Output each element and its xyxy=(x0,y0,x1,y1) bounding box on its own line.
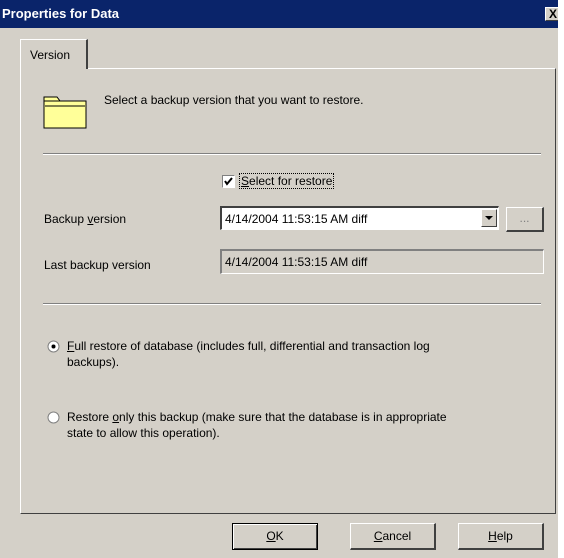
close-icon[interactable]: X xyxy=(545,7,558,21)
separator-top xyxy=(43,153,541,155)
backup-version-value: 4/14/2004 11:53:15 AM diff xyxy=(225,212,368,226)
window-title: Properties for Data xyxy=(2,6,120,21)
select-for-restore-label[interactable]: Select for restore xyxy=(239,173,335,189)
tab-panel xyxy=(20,68,556,514)
select-for-restore-checkbox[interactable] xyxy=(222,175,235,188)
last-backup-version-value: 4/14/2004 11:53:15 AM diff xyxy=(225,255,368,269)
browse-button[interactable]: ... xyxy=(506,207,544,232)
last-backup-version-field: 4/14/2004 11:53:15 AM diff xyxy=(220,249,544,274)
backup-version-label: Backup version xyxy=(44,212,127,226)
ok-button[interactable]: OK xyxy=(232,523,318,550)
tab-version-label: Version xyxy=(30,48,71,62)
full-restore-label[interactable]: Full restore of database (includes full,… xyxy=(67,339,430,353)
folder-icon xyxy=(43,96,87,129)
full-restore-radio[interactable] xyxy=(47,340,60,353)
restore-only-this-radio[interactable] xyxy=(47,411,60,424)
chevron-down-icon[interactable] xyxy=(481,209,497,227)
backup-version-dropdown[interactable]: 4/14/2004 11:53:15 AM diff xyxy=(220,206,499,230)
last-backup-version-label: Last backup version xyxy=(44,258,151,272)
full-restore-label-line2: backups). xyxy=(67,355,120,369)
tab-version[interactable]: Version xyxy=(20,39,88,69)
checkmark-icon xyxy=(224,177,233,186)
cancel-button[interactable]: Cancel xyxy=(350,523,436,550)
separator-bottom xyxy=(43,303,541,305)
help-button[interactable]: Help xyxy=(458,523,544,550)
properties-dialog: Properties for Data X Version Select a b… xyxy=(0,0,558,558)
restore-only-this-label[interactable]: Restore only this backup (make sure that… xyxy=(67,410,447,424)
restore-only-this-label-line2: state to allow this operation). xyxy=(67,426,220,440)
title-bar[interactable]: Properties for Data X xyxy=(0,0,558,28)
instruction-text: Select a backup version that you want to… xyxy=(104,93,364,107)
